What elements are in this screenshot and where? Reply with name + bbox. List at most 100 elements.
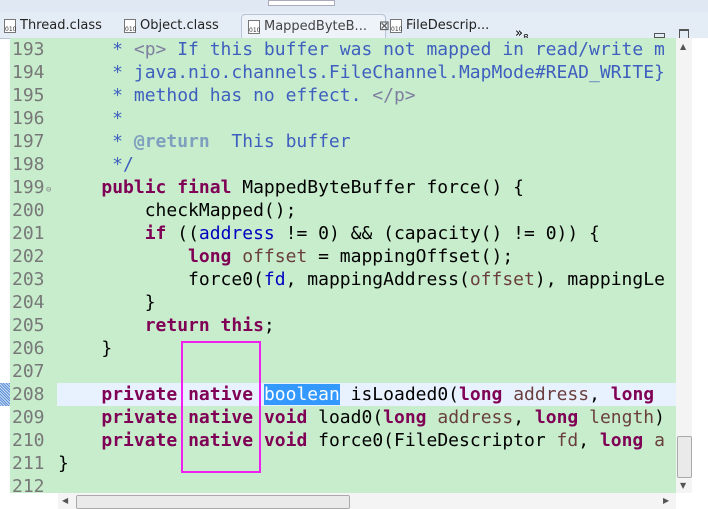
- code-line: 212: [10, 475, 676, 493]
- code-line: 197 * @return This buffer: [10, 130, 676, 153]
- code-token: }: [58, 292, 156, 313]
- line-number: 196: [12, 108, 45, 129]
- tab-label: MappedByteB...: [264, 18, 367, 34]
- tab-label: Thread.class: [20, 18, 102, 33]
- code-text: public final MappedByteBuffer force() {: [57, 176, 676, 199]
- code-token: This buffer: [209, 131, 351, 152]
- line-number: 208: [12, 384, 45, 405]
- code-token: = mappingOffset();: [307, 246, 514, 267]
- scroll-down-icon[interactable]: ▼: [680, 481, 686, 490]
- code-line: 209 private native void load0(long addre…: [10, 406, 676, 429]
- tab-2[interactable]: 010 MappedByteB... ⊠: [241, 14, 390, 38]
- scroll-left-icon[interactable]: ◀: [62, 496, 68, 505]
- code-text: }: [57, 291, 676, 314]
- close-tab-icon[interactable]: ⊠: [379, 15, 390, 39]
- code-token: boolean: [263, 384, 340, 405]
- tab-3[interactable]: 010 FileDescrip...: [390, 14, 489, 38]
- code-token: ,: [513, 407, 535, 428]
- code-token: * java.nio.channels.FileChannel.MapMode#…: [58, 62, 665, 83]
- current-line-marker: [0, 383, 10, 406]
- code-token: return this: [144, 315, 264, 336]
- tab-0[interactable]: 010 Thread.class: [4, 14, 102, 38]
- code-line: 204 }: [10, 291, 676, 314]
- code-token: ), mappingLe: [534, 269, 665, 290]
- code-text: */: [57, 153, 676, 176]
- code-line: 205 return this;: [10, 314, 676, 337]
- line-number: 204: [12, 292, 45, 313]
- scroll-right-icon[interactable]: ▶: [663, 496, 669, 505]
- code-token: fd: [556, 430, 579, 451]
- code-token: != 0) && (capacity() != 0)) {: [274, 223, 600, 244]
- code-text: private native void load0(long address, …: [57, 406, 676, 429]
- code-line: 200 checkMapped();: [10, 199, 676, 222]
- tab-label: FileDescrip...: [406, 18, 490, 33]
- code-token: ,: [589, 384, 611, 405]
- tab-label: Object.class: [140, 18, 219, 33]
- native-highlight-box: [181, 341, 261, 473]
- code-line: 195 * method has no effect. </p>: [10, 84, 676, 107]
- code-line: 203 force0(fd, mappingAddress(offset), m…: [10, 268, 676, 291]
- line-number: 210: [12, 430, 45, 451]
- line-number: 194: [12, 62, 45, 83]
- code-token: *: [58, 39, 134, 60]
- code-line: 193 * <p> If this buffer was not mapped …: [10, 38, 676, 61]
- line-number: 198: [12, 154, 45, 175]
- horizontal-scrollbar[interactable]: ◀ ▶: [58, 493, 676, 509]
- line-number: 202: [12, 246, 45, 267]
- code-token: isLoaded0(: [339, 384, 460, 405]
- code-token: offset: [242, 246, 308, 267]
- code-editor[interactable]: 193 * <p> If this buffer was not mapped …: [10, 38, 676, 493]
- code-token: fd: [263, 269, 286, 290]
- line-number: 205: [12, 315, 45, 336]
- code-token: private: [101, 407, 178, 428]
- code-line: 207: [10, 360, 676, 383]
- scroll-up-icon[interactable]: ▲: [680, 42, 686, 51]
- class-file-icon: 010: [248, 19, 260, 34]
- code-token: a: [643, 430, 665, 451]
- code-text: private native boolean isLoaded0(long ad…: [57, 383, 676, 406]
- vertical-scroll-thumb[interactable]: [677, 436, 692, 478]
- window-edge: [692, 38, 708, 509]
- code-token: void: [263, 407, 308, 428]
- line-number: 197: [12, 131, 45, 152]
- code-token: * method has no effect.: [58, 85, 373, 106]
- code-token: <p>: [133, 39, 167, 60]
- line-number: 195: [12, 85, 45, 106]
- code-text: long offset = mappingOffset();: [57, 245, 676, 268]
- code-token: private: [101, 384, 178, 405]
- code-token: long: [459, 384, 503, 405]
- line-number: 200: [12, 200, 45, 221]
- vertical-scrollbar[interactable]: ▲ ▼: [676, 38, 692, 493]
- editor-tab-bar: »8 010Thread.class010Object.class010Mapp…: [0, 12, 708, 44]
- tab-1[interactable]: 010 Object.class: [124, 14, 219, 38]
- toolbar-strip: [0, 0, 708, 12]
- code-token: long: [599, 430, 644, 451]
- line-number: 211: [12, 453, 45, 474]
- code-token: }: [58, 453, 69, 474]
- code-token: ((: [166, 223, 199, 244]
- line-number: 212: [12, 476, 45, 493]
- line-number: 209: [12, 407, 45, 428]
- code-token: MappedByteBuffer force() {: [231, 177, 525, 198]
- code-text: return this;: [57, 314, 676, 337]
- horizontal-scroll-thumb[interactable]: [76, 495, 350, 509]
- code-token: */: [58, 154, 134, 175]
- code-token: address: [437, 407, 514, 428]
- code-text: * method has no effect. </p>: [57, 84, 676, 107]
- code-text: * @return This buffer: [57, 130, 676, 153]
- code-text: }: [57, 337, 676, 360]
- code-line: 198 */: [10, 153, 676, 176]
- code-token: , mappingAddress(: [285, 269, 470, 290]
- code-token: private: [101, 430, 178, 451]
- line-number: 203: [12, 269, 45, 290]
- code-line: 201 if ((address != 0) && (capacity() !=…: [10, 222, 676, 245]
